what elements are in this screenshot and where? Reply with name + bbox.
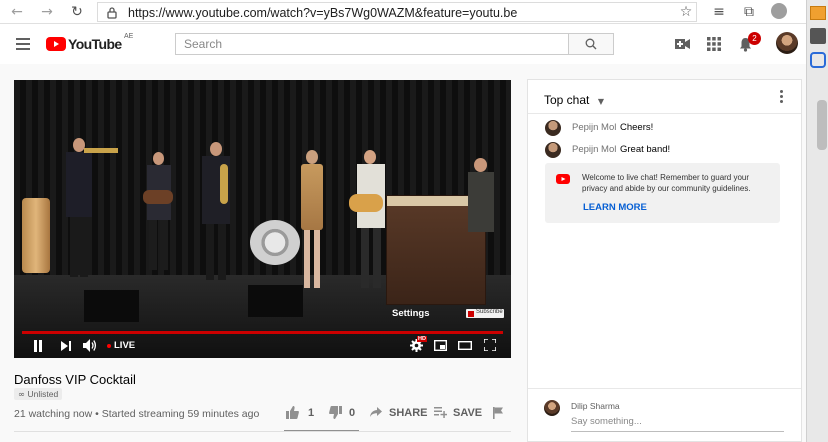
avatar — [545, 120, 561, 136]
live-label: LIVE — [114, 340, 136, 351]
user-avatar[interactable] — [776, 32, 798, 54]
address-bar[interactable]: https://www.youtube.com/watch?v=yBs7Wg0W… — [97, 2, 697, 22]
subscribe-watermark[interactable]: Subscribe — [466, 309, 504, 318]
browser-toolbar: ← → ↻ https://www.youtube.com/watch?v=yB… — [0, 0, 806, 24]
search-input[interactable]: Search — [175, 33, 569, 55]
progress-track[interactable] — [22, 331, 503, 334]
search-icon — [585, 38, 597, 50]
search-button[interactable] — [569, 33, 614, 55]
download-icon[interactable] — [810, 28, 826, 44]
pause-icon[interactable] — [33, 340, 43, 352]
chat-input-divider — [528, 388, 801, 389]
favorites-icon[interactable]: ≡ — [710, 3, 728, 21]
miniplayer-icon[interactable] — [434, 340, 447, 351]
lock-icon — [107, 7, 117, 19]
dropdown-caret-icon: ▼ — [597, 97, 604, 106]
app-icon[interactable] — [810, 52, 826, 68]
notification-badge: 2 — [748, 32, 761, 45]
playlist-add-icon — [434, 407, 447, 418]
theater-mode-icon[interactable] — [458, 341, 472, 350]
volume-icon[interactable] — [83, 339, 97, 352]
hd-badge: HD — [417, 336, 427, 342]
collections-icon[interactable]: ⧉ — [740, 3, 758, 21]
region-code: AE — [124, 33, 134, 40]
welcome-text: Welcome to live chat! Remember to guard … — [582, 173, 751, 193]
organ-player — [466, 158, 496, 258]
chat-header-divider — [528, 113, 801, 114]
extension-icon[interactable] — [810, 6, 826, 20]
side-panel — [806, 0, 828, 442]
live-dot — [107, 344, 111, 348]
chat-mode-dropdown[interactable]: Top chat ▼ — [544, 91, 604, 109]
report-flag-icon[interactable] — [493, 407, 503, 419]
saxophone-player — [196, 142, 236, 282]
live-chat-panel: Top chat ▼ Pepijn Mol Cheers! Pepijn Mol… — [527, 79, 802, 442]
back-icon[interactable]: ← — [8, 3, 26, 21]
current-user-name: Dilip Sharma — [571, 401, 620, 411]
logo-text: YouTube — [68, 36, 122, 52]
learn-more-link[interactable]: LEARN MORE — [583, 202, 647, 213]
progress-fill — [22, 331, 503, 334]
current-user-avatar — [544, 400, 560, 416]
bass-drum — [250, 220, 300, 265]
conga-drum — [22, 198, 50, 273]
avatar — [545, 142, 561, 158]
share-icon — [370, 407, 382, 417]
youtube-header: YouTube AE Search 2 — [0, 24, 806, 64]
youtube-play-icon — [46, 37, 66, 51]
video-player[interactable]: Settings Subscribe LIVE HD — [14, 80, 511, 358]
fullscreen-icon[interactable] — [484, 339, 496, 351]
chat-input[interactable]: Say something... — [571, 414, 784, 432]
forward-icon[interactable]: → — [38, 3, 56, 21]
thumbs-down-icon — [329, 406, 342, 419]
chat-author: Pepijn Mol — [572, 144, 617, 155]
more-options-icon[interactable] — [780, 90, 784, 104]
video-stats: 21 watching now • Started streaming 59 m… — [14, 408, 260, 420]
star-icon[interactable]: ☆ — [677, 3, 695, 21]
chat-message: Pepijn Mol Cheers! — [545, 119, 795, 137]
link-icon: ∞ — [18, 390, 26, 400]
singer — [297, 150, 327, 295]
url-text: https://www.youtube.com/watch?v=yBs7Wg0W… — [128, 6, 518, 20]
settings-tooltip: Settings — [392, 308, 430, 319]
chat-input-placeholder: Say something... — [571, 416, 642, 427]
next-icon[interactable] — [61, 341, 72, 351]
menu-icon[interactable] — [16, 38, 30, 50]
reload-icon[interactable]: ↻ — [68, 3, 86, 21]
profile-icon[interactable] — [771, 3, 787, 19]
chat-text: Cheers! — [620, 122, 654, 133]
stage-monitor — [248, 285, 303, 317]
trumpet-player — [64, 138, 118, 278]
search-placeholder: Search — [184, 37, 223, 51]
youtube-play-icon — [556, 174, 570, 184]
chat-author: Pepijn Mol — [572, 122, 617, 133]
apps-grid-icon[interactable] — [707, 37, 721, 51]
chat-text: Great band! — [620, 144, 671, 155]
video-title: Danfoss VIP Cocktail — [14, 372, 136, 387]
chat-message: Pepijn Mol Great band! — [545, 141, 795, 159]
divider — [14, 431, 511, 432]
guitarist-left — [139, 152, 179, 272]
unlisted-badge: ∞ Unlisted — [14, 388, 63, 400]
stage-monitor — [84, 290, 139, 322]
welcome-notice: Welcome to live chat! Remember to guard … — [545, 163, 780, 223]
scrollbar-thumb[interactable] — [817, 100, 827, 150]
create-video-icon[interactable] — [675, 38, 690, 50]
thumbs-up-icon — [286, 406, 299, 419]
